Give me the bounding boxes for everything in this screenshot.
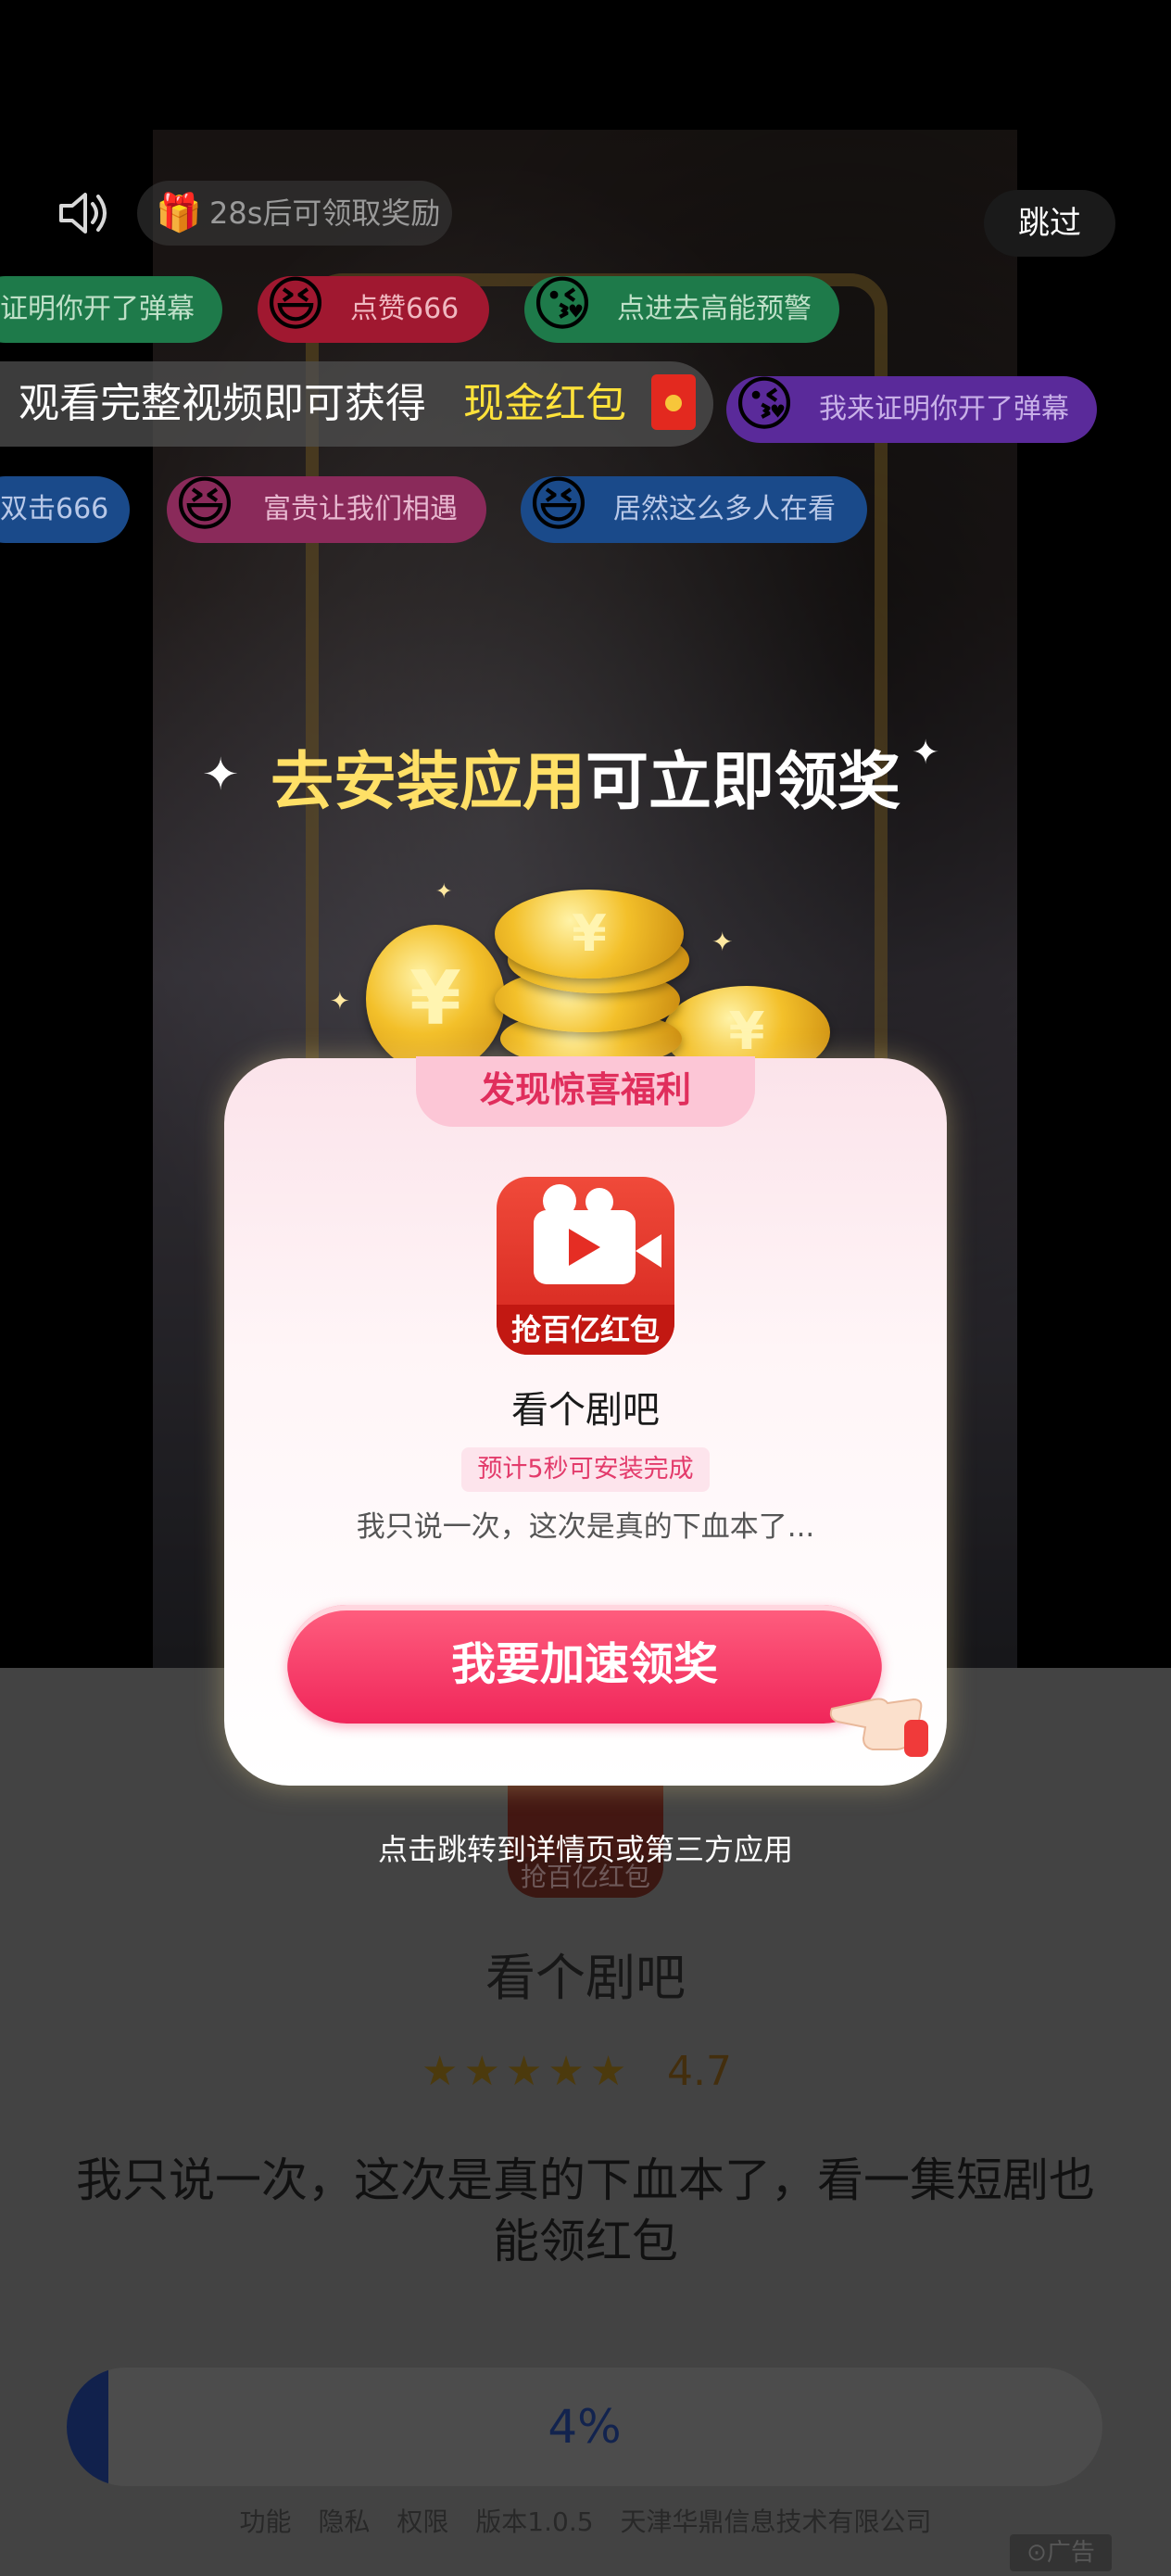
laughing-emoji-icon: 😆 [173,471,236,539]
modal-tab-label: 发现惊喜福利 [479,1069,691,1110]
danmaku-text: 点进去高能预警 [617,293,812,325]
sparkle-icon: ✦ [330,988,350,1016]
danmaku-text: 点赞666 [350,293,460,325]
reward-banner-highlight: 现金红包 [463,380,626,427]
skip-button[interactable]: 跳过 [984,190,1115,257]
modal-app-description: 我只说一次，这次是真的下血本了... [356,1510,815,1544]
reward-banner: 观看完整视频即可获得 现金红包 [0,361,713,447]
danmaku-item: 😆 点赞666 [258,271,489,343]
laughing-emoji-icon: 😆 [264,271,327,339]
install-time-badge: 预计5秒可安装完成 [461,1447,710,1492]
gift-icon: 🎁 [156,192,202,234]
reward-timer-text: 28s后可领取奖励 [209,196,441,231]
gold-coin-icon: ¥ [366,925,505,1073]
install-headline: 去安装应用可立即领奖 [0,741,1171,825]
kissing-emoji-icon: 😘 [531,271,594,339]
danmaku-text: 双击666 [0,493,109,525]
sparkle-icon: ✦ [711,927,734,957]
modal-app-name: 看个剧吧 [511,1389,660,1432]
speaker-icon[interactable] [54,183,113,243]
danmaku-item: 😆 富贵让我们相遇 [167,471,486,543]
red-envelope-icon [651,374,696,430]
sparkle-icon: ✦ [912,734,940,772]
danmaku-text: 我来证明你开了弹幕 [819,393,1069,425]
gold-coin-icon: ¥ [495,890,684,979]
redirect-note: 点击跳转到详情页或第三方应用 [377,1832,793,1867]
reward-banner-prefix: 观看完整视频即可获得 [19,380,426,427]
pointing-hand-icon [829,1698,928,1757]
camera-lens-icon [636,1234,661,1268]
danmaku-text: 证明你开了弹幕 [0,293,195,325]
sparkle-icon: ✦ [435,880,453,903]
headline-part2: 可立即领奖 [586,746,901,819]
danmaku-item: 😆 居然这么多人在看 [521,471,867,543]
reward-timer: 🎁 28s后可领取奖励 [137,181,452,246]
danmaku-item: 😘 点进去高能预警 [524,271,839,343]
danmaku-item: 证明你开了弹幕 [0,276,222,343]
app-icon[interactable]: 抢百亿红包 [497,1177,674,1355]
danmaku-text: 居然这么多人在看 [613,493,836,525]
danmaku-text: 富贵让我们相遇 [263,493,458,525]
danmaku-item: 😘 我来证明你开了弹幕 [726,371,1097,443]
app-icon-label: 抢百亿红包 [497,1305,674,1355]
laughing-emoji-icon: 😆 [527,471,590,539]
kissing-emoji-icon: 😘 [733,371,796,439]
danmaku-item: 双击666 [0,476,130,543]
headline-part1: 去安装应用 [270,746,586,819]
install-reward-modal: 发现惊喜福利 抢百亿红包 看个剧吧 预计5秒可安装完成 我只说一次，这次是真的下… [224,1056,947,1786]
speed-up-reward-button[interactable]: 我要加速领奖 [287,1605,882,1724]
modal-tab: 发现惊喜福利 [416,1056,755,1127]
play-icon [569,1229,600,1266]
